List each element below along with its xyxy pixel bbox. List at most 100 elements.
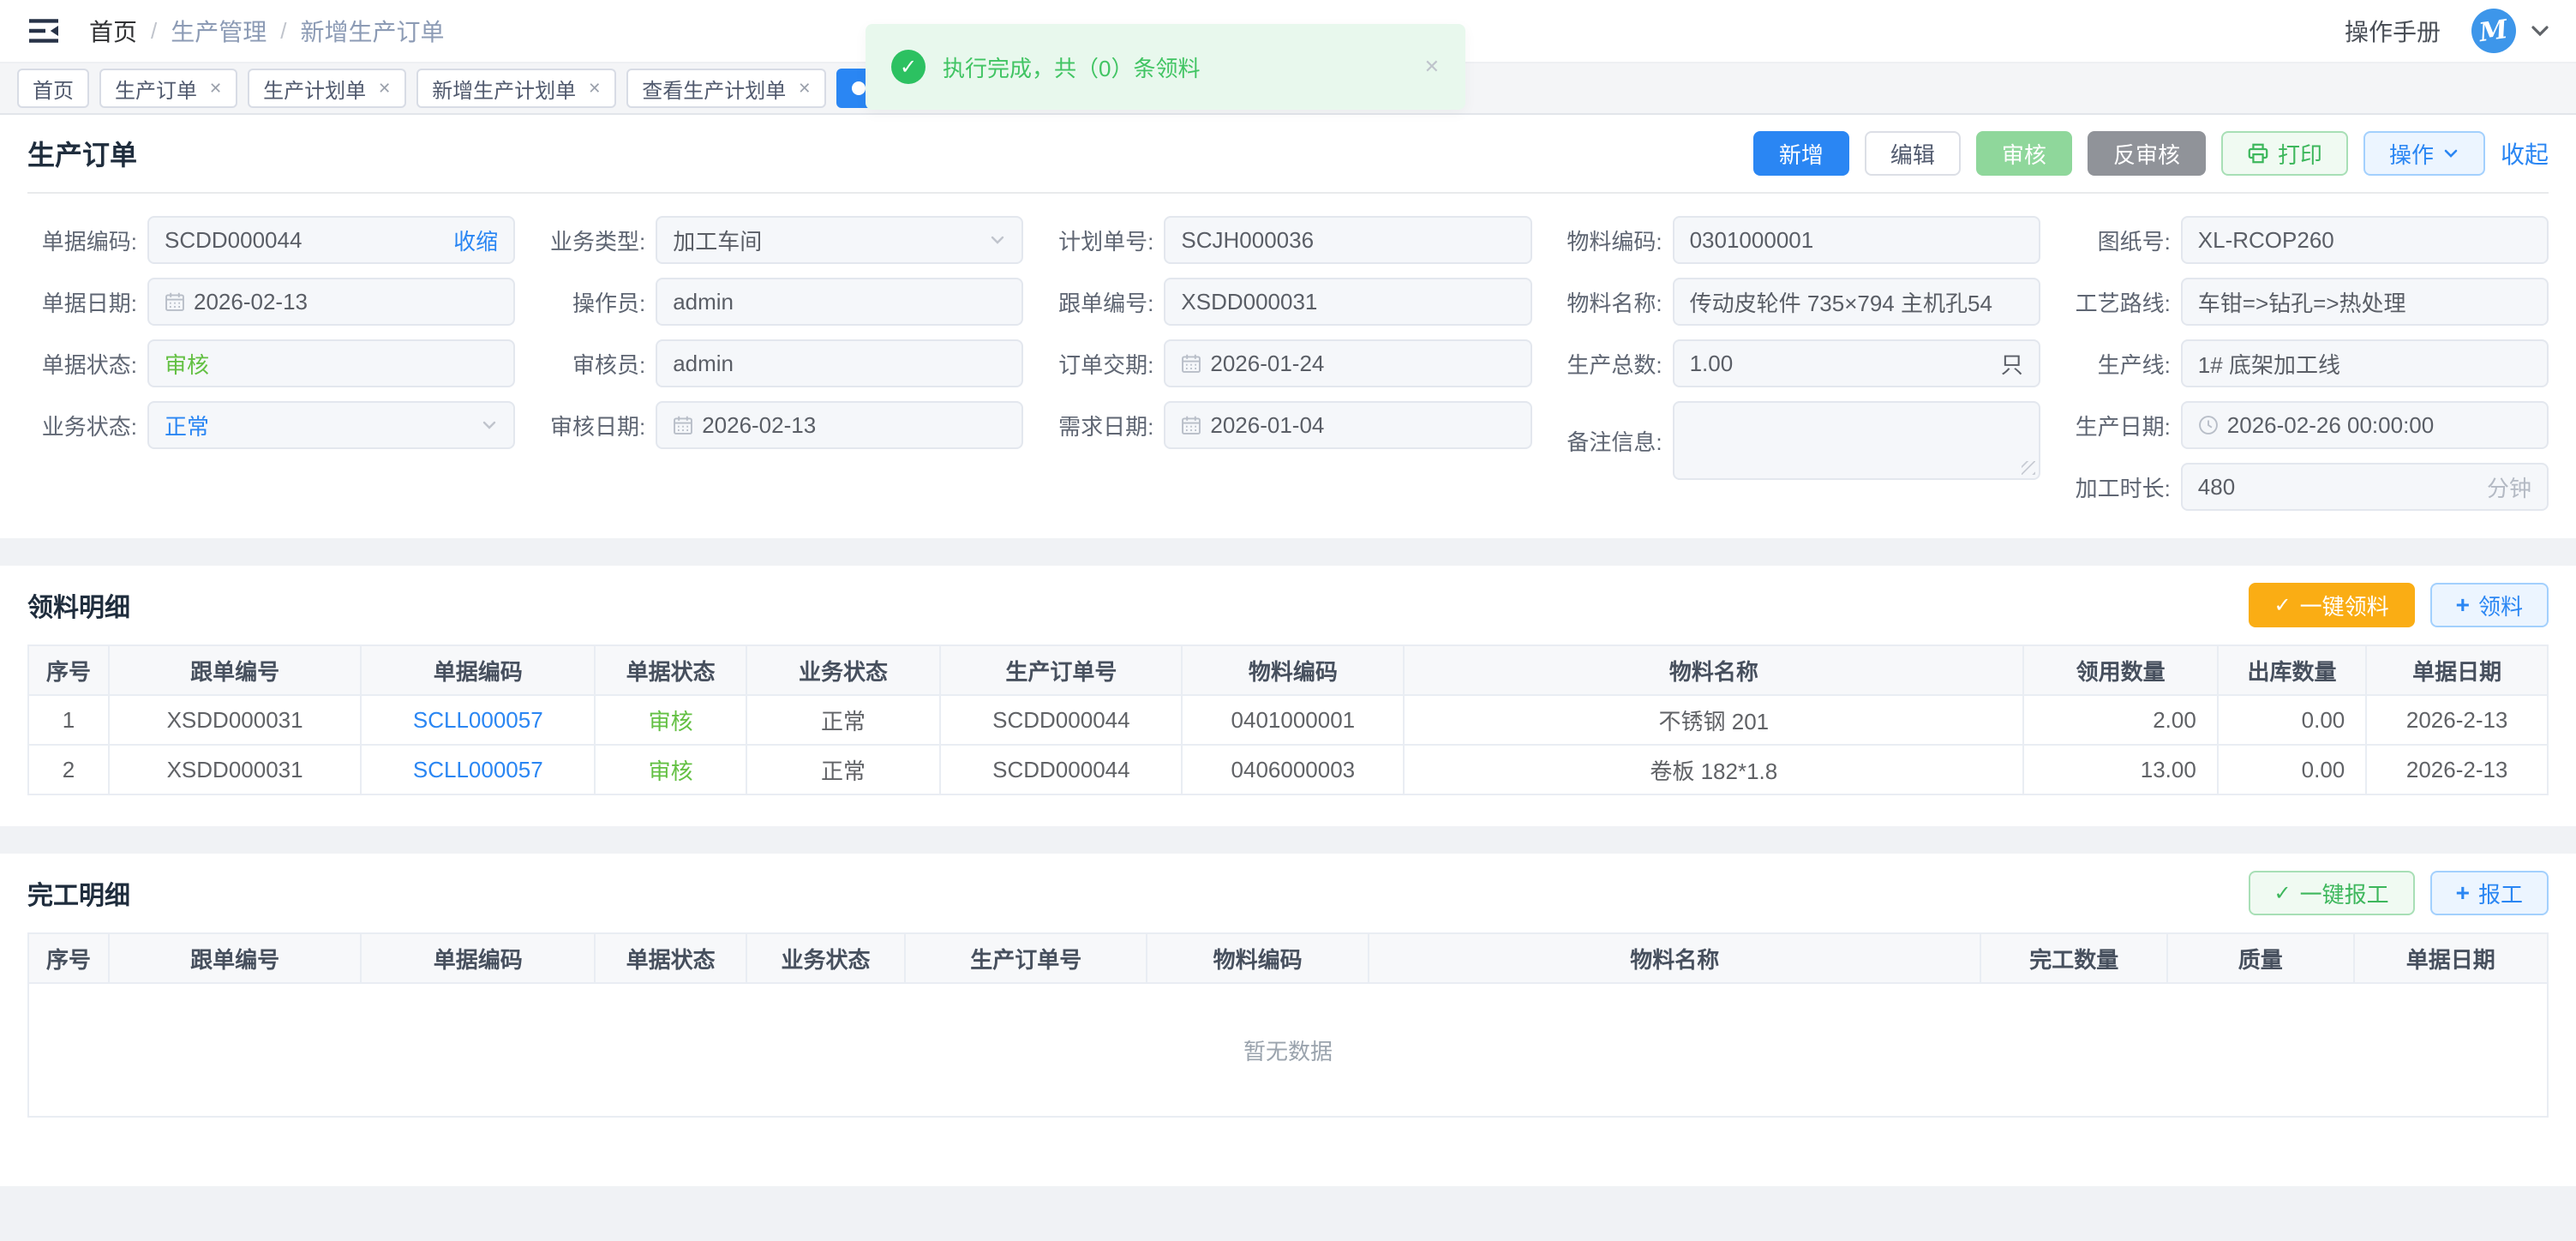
form-column-1: 单据编码:SCDD000044收缩单据日期:2026-02-13单据状态:审核业… bbox=[27, 216, 515, 511]
avatar-letter: M bbox=[2477, 14, 2510, 47]
pick-qty-cell: 2.00 bbox=[2023, 695, 2217, 745]
audit-date-label: 审核日期: bbox=[536, 410, 656, 441]
tab-close-icon[interactable]: ✕ bbox=[378, 80, 391, 98]
order-date-row: 单据日期:2026-02-13 bbox=[27, 278, 515, 326]
process-duration-field[interactable]: 480分钟 bbox=[2181, 463, 2549, 511]
breadcrumb-production-management[interactable]: 生产管理 bbox=[171, 14, 267, 48]
tab-add-production-plan[interactable]: 新增生产计划单✕ bbox=[416, 69, 616, 108]
demand-date-value: 2026-01-04 bbox=[1210, 412, 1324, 439]
doc-date-cell: 2026-2-13 bbox=[2366, 745, 2548, 794]
one-click-pick-label: 一键领料 bbox=[2300, 590, 2389, 621]
production-order-header: 生产订单 新增 编辑 审核 反审核 打印 操作 收起 bbox=[27, 115, 2549, 194]
business-status-row: 业务状态:正常 bbox=[27, 401, 515, 449]
toast-close-icon[interactable]: ✕ bbox=[1424, 56, 1440, 78]
material-code-cell: 0401000001 bbox=[1182, 695, 1404, 745]
doc-code-cell[interactable]: SCLL000057 bbox=[361, 695, 595, 745]
demand-date-field[interactable]: 2026-01-04 bbox=[1164, 401, 1531, 449]
business-status-field[interactable]: 正常 bbox=[147, 401, 515, 449]
doc-status-column-header: 单据状态 bbox=[595, 645, 746, 695]
production-date-label: 生产日期: bbox=[2061, 410, 2181, 441]
order-date-field[interactable]: 2026-02-13 bbox=[147, 278, 515, 326]
breadcrumb-add-production-order: 新增生产订单 bbox=[301, 14, 445, 48]
prod-order-no-column-header: 生产订单号 bbox=[940, 645, 1182, 695]
collapse-link[interactable]: 收起 bbox=[2501, 136, 2549, 171]
plan-no-row: 计划单号:SCJH000036 bbox=[1044, 216, 1531, 264]
calendar-icon bbox=[1181, 415, 1201, 435]
business-type-field[interactable]: 加工车间 bbox=[656, 216, 1023, 264]
tab-view-production-plan[interactable]: 查看生产计划单✕ bbox=[626, 69, 826, 108]
follow-no-column-header: 跟单编号 bbox=[109, 645, 361, 695]
breadcrumb: 首页 / 生产管理 / 新增生产订单 bbox=[89, 14, 445, 48]
avatar[interactable]: M bbox=[2471, 9, 2516, 53]
app-root: 首页 / 生产管理 / 新增生产订单 操作手册 M 首页生产订单✕生产计划单✕新… bbox=[0, 0, 2576, 1241]
delivery-date-label: 订单交期: bbox=[1044, 348, 1164, 380]
form-column-3: 计划单号:SCJH000036跟单编号:XSDD000031订单交期:2026-… bbox=[1044, 216, 1531, 511]
seq-column-header: 序号 bbox=[28, 933, 109, 983]
resize-handle[interactable] bbox=[2022, 461, 2035, 475]
production-line-row: 生产线:1# 底架加工线 bbox=[2061, 339, 2549, 387]
chevron-down-icon bbox=[2442, 145, 2459, 162]
plan-no-field[interactable]: SCJH000036 bbox=[1164, 216, 1531, 264]
breadcrumb-separator: / bbox=[280, 18, 286, 45]
out-qty-column-header: 出库数量 bbox=[2218, 645, 2366, 695]
active-tab-dot bbox=[852, 81, 866, 95]
drawing-no-field[interactable]: XL-RCOP260 bbox=[2181, 216, 2549, 264]
follow-no-column-header: 跟单编号 bbox=[109, 933, 361, 983]
audit-date-field[interactable]: 2026-02-13 bbox=[656, 401, 1023, 449]
process-route-label: 工艺路线: bbox=[2061, 286, 2181, 318]
add-report-button[interactable]: + 报工 bbox=[2430, 871, 2549, 915]
production-date-row: 生产日期:2026-02-26 00:00:00 bbox=[2061, 401, 2549, 449]
tab-production-order[interactable]: 生产订单✕ bbox=[99, 69, 237, 108]
print-button[interactable]: 打印 bbox=[2221, 131, 2348, 176]
menu-fold-icon[interactable] bbox=[27, 17, 62, 45]
tab-home[interactable]: 首页 bbox=[17, 69, 89, 108]
total-qty-field[interactable]: 1.00只 bbox=[1673, 339, 2040, 387]
audit-date-value: 2026-02-13 bbox=[702, 412, 816, 439]
audit-button[interactable]: 审核 bbox=[1976, 131, 2072, 176]
check-icon: ✓ bbox=[2274, 593, 2291, 618]
material-code-field[interactable]: 0301000001 bbox=[1673, 216, 2040, 264]
operator-field[interactable]: admin bbox=[656, 278, 1023, 326]
one-click-pick-button[interactable]: ✓ 一键领料 bbox=[2249, 583, 2415, 627]
follow-no-field[interactable]: XSDD000031 bbox=[1164, 278, 1531, 326]
edit-button[interactable]: 编辑 bbox=[1865, 131, 1961, 176]
print-button-label: 打印 bbox=[2278, 138, 2322, 170]
doc-code-cell[interactable]: SCLL000057 bbox=[361, 745, 595, 794]
finish-table-wrap: 序号跟单编号单据编码单据状态业务状态生产订单号物料编码物料名称完工数量质量单据日… bbox=[27, 932, 2549, 1118]
material-name-label: 物料名称: bbox=[1553, 286, 1673, 318]
picking-detail-header: 领料明细 ✓ 一键领料 + 领料 bbox=[27, 566, 2549, 644]
follow-no-cell: XSDD000031 bbox=[109, 695, 361, 745]
user-menu-chevron-down-icon[interactable] bbox=[2531, 25, 2549, 37]
finish-detail-panel: 完工明细 ✓ 一键报工 + 报工 序号跟单编号单据编码单据状态业务状态生产订单号… bbox=[0, 854, 2576, 1186]
doc-status-field[interactable]: 审核 bbox=[147, 339, 515, 387]
breadcrumb-home[interactable]: 首页 bbox=[89, 14, 137, 48]
order-code-field[interactable]: SCDD000044收缩 bbox=[147, 216, 515, 264]
operation-manual-link[interactable]: 操作手册 bbox=[2345, 14, 2441, 48]
delivery-date-field[interactable]: 2026-01-24 bbox=[1164, 339, 1531, 387]
demand-date-label: 需求日期: bbox=[1044, 410, 1164, 441]
remark-field[interactable] bbox=[1673, 401, 2040, 480]
tab-close-icon[interactable]: ✕ bbox=[588, 80, 601, 98]
finish-detail-title: 完工明细 bbox=[27, 874, 130, 912]
material-name-row: 物料名称:传动皮轮件 735×794 主机孔54 bbox=[1553, 278, 2040, 326]
one-click-report-button[interactable]: ✓ 一键报工 bbox=[2249, 871, 2415, 915]
production-date-field[interactable]: 2026-02-26 00:00:00 bbox=[2181, 401, 2549, 449]
auditor-field[interactable]: admin bbox=[656, 339, 1023, 387]
tab-close-icon[interactable]: ✕ bbox=[209, 80, 222, 98]
add-pick-button[interactable]: + 领料 bbox=[2430, 583, 2549, 627]
operator-row: 操作员:admin bbox=[536, 278, 1023, 326]
add-button[interactable]: 新增 bbox=[1753, 131, 1849, 176]
form-column-4: 物料编码:0301000001物料名称:传动皮轮件 735×794 主机孔54生… bbox=[1553, 216, 2040, 511]
auditor-label: 审核员: bbox=[536, 348, 656, 380]
process-route-field[interactable]: 车钳=>钻孔=>热处理 bbox=[2181, 278, 2549, 326]
tab-close-icon[interactable]: ✕ bbox=[798, 80, 811, 98]
material-name-field[interactable]: 传动皮轮件 735×794 主机孔54 bbox=[1673, 278, 2040, 326]
pick-qty-cell: 13.00 bbox=[2023, 745, 2217, 794]
operator-value: admin bbox=[673, 289, 734, 315]
production-line-field[interactable]: 1# 底架加工线 bbox=[2181, 339, 2549, 387]
biz-status-cell: 正常 bbox=[746, 695, 940, 745]
tab-production-plan[interactable]: 生产计划单✕ bbox=[248, 69, 406, 108]
unaudit-button[interactable]: 反审核 bbox=[2088, 131, 2206, 176]
actions-dropdown-button[interactable]: 操作 bbox=[2363, 131, 2485, 176]
order-code-action-link[interactable]: 收缩 bbox=[453, 225, 498, 256]
